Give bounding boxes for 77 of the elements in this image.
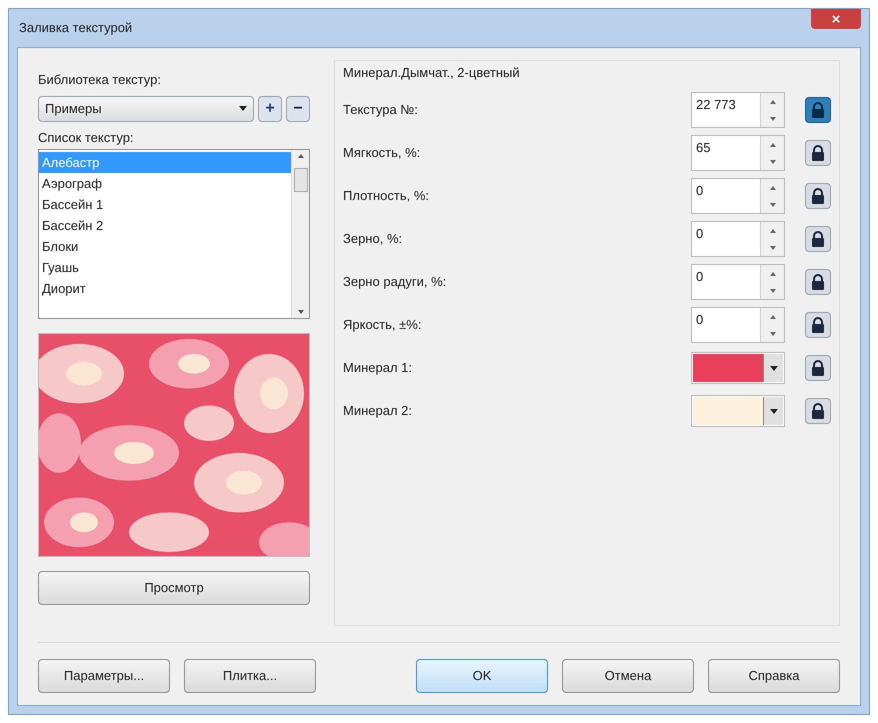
caret-icon [770, 408, 778, 414]
lock-icon [811, 403, 825, 419]
parameter-label: Минерал 1: [343, 359, 413, 378]
close-button[interactable]: × [811, 9, 861, 29]
lock-icon [811, 102, 825, 118]
parameter-label: Текстура №: [343, 101, 419, 120]
dialog-button[interactable]: Отмена [562, 659, 694, 693]
parameter-label: Минерал 2: [343, 402, 413, 420]
lock-icon [811, 188, 825, 204]
lock-button[interactable] [805, 269, 831, 295]
caret-icon [770, 366, 778, 370]
number-field[interactable]: 65 [691, 135, 785, 171]
lock-icon [811, 145, 825, 161]
number-field[interactable]: 0 [691, 221, 785, 257]
library-label: Библиотека текстур: [38, 71, 162, 89]
lock-button[interactable] [805, 140, 831, 166]
number-field[interactable]: 22 773 [691, 92, 785, 128]
scrollbar-thumb[interactable] [294, 168, 308, 192]
down-arrow-icon [770, 160, 776, 164]
spin-buttons[interactable] [760, 308, 784, 342]
lock-button[interactable] [805, 312, 831, 338]
down-arrow-icon [770, 246, 776, 250]
up-arrow-icon [770, 228, 776, 232]
scroll-down-icon [298, 310, 304, 314]
down-arrow-icon [770, 288, 776, 292]
texture-list-item[interactable]: Гуашь [39, 257, 291, 278]
up-arrow-icon [770, 314, 776, 318]
texture-name: Минерал.Дымчат., 2-цветный [343, 64, 521, 82]
color-picker[interactable] [691, 352, 785, 384]
down-arrow-icon [770, 332, 776, 336]
scroll-up-icon [298, 154, 304, 158]
lock-button[interactable] [805, 97, 831, 123]
up-arrow-icon [770, 100, 776, 104]
parameter-label: Плотность, %: [343, 187, 430, 206]
parameter-label: Зерно радуги, %: [343, 273, 448, 292]
spin-buttons[interactable] [760, 222, 784, 256]
parameter-label: Мягкость, %: [343, 144, 422, 162]
up-arrow-icon [770, 272, 776, 276]
dialog-button[interactable]: Плитка... [184, 659, 316, 693]
number-field[interactable]: 0 [691, 307, 785, 343]
spin-buttons[interactable] [760, 93, 784, 127]
remove-button[interactable]: − [286, 96, 310, 122]
texture-list-item[interactable]: Блоки [39, 236, 291, 257]
lock-icon [811, 317, 825, 333]
spin-buttons[interactable] [760, 265, 784, 299]
lock-icon [811, 231, 825, 247]
lock-button[interactable] [805, 226, 831, 252]
caret-icon [239, 106, 247, 111]
texture-list-item[interactable]: Бассейн 2 [39, 215, 291, 236]
dialog-button[interactable]: Справка [708, 659, 840, 693]
add-button[interactable]: + [258, 96, 282, 122]
down-arrow-icon [770, 202, 776, 206]
window-title: Заливка текстурой [18, 19, 132, 38]
spin-buttons[interactable] [760, 179, 784, 213]
lock-icon [811, 360, 825, 376]
color-picker[interactable] [691, 395, 785, 427]
lock-button[interactable] [805, 183, 831, 209]
lock-button[interactable] [805, 355, 831, 381]
lock-button[interactable] [805, 398, 831, 424]
parameter-label: Зерно, %: [343, 230, 404, 248]
dialog-button[interactable]: Параметры... [38, 659, 170, 693]
dialog-button[interactable]: OK [416, 659, 548, 693]
texture-list-item[interactable]: Бассейн 1 [39, 194, 291, 215]
number-field[interactable]: 0 [691, 178, 785, 214]
number-field[interactable]: 0 [691, 264, 785, 300]
texture-list-item[interactable]: Аэрограф [39, 173, 291, 194]
preview-button[interactable]: Просмотр [38, 571, 310, 605]
lock-icon [811, 274, 825, 290]
down-arrow-icon [770, 116, 776, 120]
scrollbar[interactable] [291, 150, 309, 318]
library-dropdown[interactable]: Примеры [38, 96, 254, 122]
up-arrow-icon [770, 142, 776, 146]
texture-list-label: Список текстур: [38, 128, 135, 147]
up-arrow-icon [770, 186, 776, 190]
spin-buttons[interactable] [760, 136, 784, 170]
parameter-label: Яркость, ±%: [343, 316, 422, 334]
texture-list-item[interactable]: Диорит [39, 278, 291, 299]
